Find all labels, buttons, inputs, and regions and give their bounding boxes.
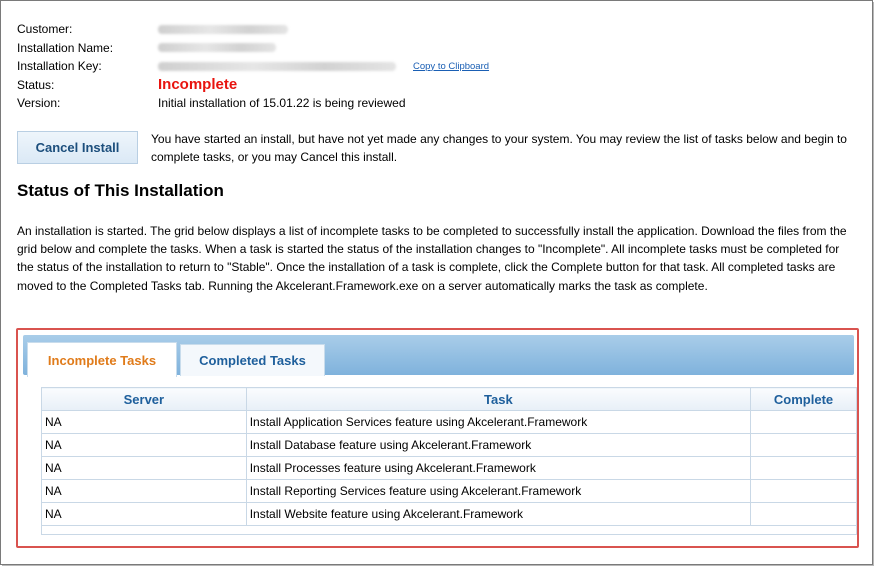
- tasks-panel: Incomplete Tasks Completed Tasks Server …: [16, 328, 859, 548]
- table-row: NA Install Application Services feature …: [41, 410, 857, 434]
- version-label: Version:: [17, 96, 61, 111]
- status-label: Status:: [17, 77, 55, 92]
- task-cell: Install Application Services feature usi…: [245, 410, 752, 434]
- section-description: An installation is started. The grid bel…: [17, 224, 847, 293]
- column-header-task[interactable]: Task: [245, 387, 752, 411]
- server-cell: NA: [41, 456, 247, 480]
- tasks-grid: Server Task Complete NA Install Applicat…: [41, 387, 857, 535]
- complete-cell[interactable]: [750, 410, 857, 434]
- table-row: NA Install Processes feature using Akcel…: [41, 456, 857, 480]
- column-header-complete[interactable]: Complete: [750, 387, 857, 411]
- grid-footer-cell: [41, 525, 857, 535]
- installation-window: Customer: Installation Name: Installatio…: [0, 0, 873, 565]
- section-title: Status of This Installation: [17, 181, 224, 200]
- version-value: Initial installation of 15.01.22 is bein…: [158, 96, 406, 111]
- task-cell: Install Database feature using Akceleran…: [245, 433, 752, 457]
- customer-value-redacted: [158, 24, 288, 34]
- installation-key-value-redacted: [158, 61, 396, 71]
- column-header-server[interactable]: Server: [41, 387, 247, 411]
- copy-to-clipboard-link[interactable]: Copy to Clipboard: [413, 61, 489, 72]
- tab-completed-tasks[interactable]: Completed Tasks: [180, 344, 325, 376]
- grid-header-row: Server Task Complete: [41, 387, 857, 411]
- tab-bar: Incomplete Tasks Completed Tasks: [23, 335, 854, 377]
- status-row: Status: Incomplete: [17, 76, 489, 95]
- installation-name-row: Installation Name:: [17, 39, 489, 58]
- task-cell: Install Processes feature using Akcelera…: [245, 456, 752, 480]
- table-row: NA Install Website feature using Akceler…: [41, 502, 857, 526]
- version-row: Version: Initial installation of 15.01.2…: [17, 94, 489, 113]
- grid-footer-spacer: [41, 525, 857, 535]
- complete-cell[interactable]: [750, 456, 857, 480]
- installation-key-label: Installation Key:: [17, 59, 102, 74]
- tab-incomplete-tasks[interactable]: Incomplete Tasks: [27, 342, 177, 377]
- table-row: NA Install Reporting Services feature us…: [41, 479, 857, 503]
- server-cell: NA: [41, 410, 247, 434]
- installation-info: Customer: Installation Name: Installatio…: [17, 20, 489, 113]
- task-cell: Install Website feature using Akcelerant…: [245, 502, 752, 526]
- status-value: Incomplete: [158, 76, 238, 94]
- server-cell: NA: [41, 479, 247, 503]
- installation-name-value-redacted: [158, 43, 276, 53]
- server-cell: NA: [41, 502, 247, 526]
- complete-cell[interactable]: [750, 479, 857, 503]
- task-cell: Install Reporting Services feature using…: [245, 479, 752, 503]
- cancel-install-button[interactable]: Cancel Install: [17, 131, 138, 164]
- customer-row: Customer:: [17, 20, 489, 39]
- customer-label: Customer:: [17, 22, 73, 37]
- complete-cell[interactable]: [750, 433, 857, 457]
- install-intro-text: You have started an install, but have no…: [151, 132, 847, 164]
- installation-key-row: Installation Key: Copy to Clipboard: [17, 57, 489, 76]
- complete-cell[interactable]: [750, 502, 857, 526]
- server-cell: NA: [41, 433, 247, 457]
- table-row: NA Install Database feature using Akcele…: [41, 433, 857, 457]
- installation-name-label: Installation Name:: [17, 40, 114, 55]
